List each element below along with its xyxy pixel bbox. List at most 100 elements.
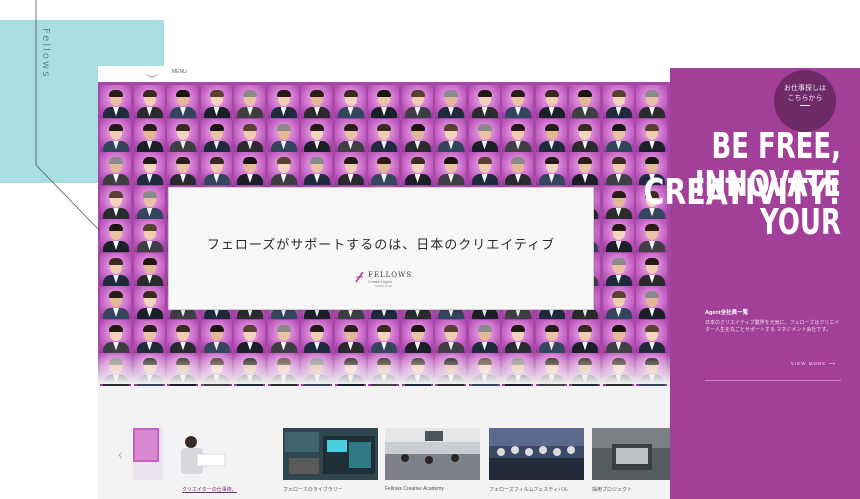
staff-photo (334, 319, 366, 353)
staff-photo (636, 219, 667, 252)
agent-description: 日本のクリエイティブ業界を元気に。フェローズはクリエイター人生を丸ごとサポートす… (705, 320, 840, 333)
staff-photo (234, 152, 265, 185)
hero-tagline: フェローズがサポートするのは、日本のクリエイティブ (206, 238, 556, 253)
site-logo-icon[interactable] (144, 68, 160, 77)
staff-photo (569, 85, 600, 118)
staff-photo (301, 319, 332, 353)
staff-photo (636, 286, 667, 319)
staff-photo (133, 185, 165, 219)
fellows-logo-icon (355, 271, 364, 283)
staff-photo (100, 118, 131, 152)
staff-photo (133, 152, 165, 185)
staff-photo (468, 319, 500, 353)
staff-photo (267, 319, 299, 353)
staff-photo (401, 152, 433, 185)
carousel-caption-5[interactable]: 採用プロジェクト (592, 486, 632, 493)
staff-photo (133, 85, 165, 118)
staff-photo (569, 118, 600, 152)
fellows-logo: FELLOWS Creator's Agent SINCE 2000 (355, 271, 415, 291)
staff-photo (200, 85, 232, 118)
staff-photo (435, 118, 466, 152)
logo-name: FELLOWS (368, 271, 412, 279)
staff-photo (200, 319, 232, 353)
staff-photo (200, 118, 232, 152)
staff-photo (435, 85, 466, 118)
staff-photo (535, 319, 567, 353)
carousel-thumb-2[interactable] (283, 428, 378, 480)
staff-photo (133, 252, 165, 286)
staff-photo (301, 152, 332, 185)
staff-photo (636, 252, 667, 286)
carousel-thumb-3[interactable] (385, 428, 480, 480)
staff-photo (167, 152, 198, 185)
hero-card: フェローズがサポートするのは、日本のクリエイティブ FELLOWS Creato… (168, 187, 594, 310)
agent-title: Agent全社員一覧 (705, 310, 749, 316)
staff-photo (401, 319, 433, 353)
staff-photo (602, 319, 634, 353)
carousel-caption-2[interactable]: フェローズのライブラリー (283, 486, 343, 493)
carousel-prev-button[interactable]: ‹ (118, 446, 123, 462)
staff-photo (401, 85, 433, 118)
staff-photo (502, 85, 533, 118)
job-search-button[interactable]: お仕事探しは こちらから (774, 70, 836, 132)
staff-photo (368, 118, 399, 152)
job-search-line2: こちらから (787, 95, 823, 102)
staff-photo (368, 85, 399, 118)
staff-photo (502, 152, 533, 185)
dash-icon (800, 105, 810, 106)
slogan-line-4: CREATIVITY! (643, 172, 841, 213)
staff-photo (368, 152, 399, 185)
recruit-panel: お仕事探しは こちらから BE FREE, INNOVATE YOUR Agen… (670, 68, 860, 499)
site-header: MENU (98, 66, 670, 82)
staff-photo (100, 319, 131, 353)
staff-photo (234, 118, 265, 152)
staff-photo (267, 152, 299, 185)
logo-since: SINCE 2000 (375, 284, 392, 288)
staff-photo (167, 85, 198, 118)
staff-photo (602, 118, 634, 152)
job-search-line1: お仕事探しは (784, 85, 826, 92)
staff-photo (602, 152, 634, 185)
staff-photo (468, 118, 500, 152)
staff-photo (636, 85, 667, 118)
staff-photo (334, 152, 366, 185)
view-more-link[interactable]: VIEW MORE ⟶ (791, 361, 836, 367)
staff-photo (468, 152, 500, 185)
staff-photo (133, 219, 165, 252)
site-menu-link[interactable]: MENU (172, 69, 187, 75)
staff-photo (502, 319, 533, 353)
staff-photo (535, 118, 567, 152)
staff-photo (100, 185, 131, 219)
staff-photo (535, 152, 567, 185)
staff-photo (636, 118, 667, 152)
staff-photo (334, 118, 366, 152)
carousel-thumb-5[interactable] (592, 428, 670, 480)
staff-photo (100, 152, 131, 185)
chevron-left-icon: ‹ (118, 446, 123, 462)
staff-photo (602, 85, 634, 118)
staff-photo (301, 85, 332, 118)
staff-photo (167, 118, 198, 152)
carousel-caption-1[interactable]: クリエイターの仕事術。 (182, 486, 237, 493)
staff-photo (435, 319, 466, 353)
staff-photo (100, 286, 131, 319)
carousel-caption-4[interactable]: フェローズフィルムフェスティバル (489, 486, 568, 493)
staff-photo (100, 219, 131, 252)
website-preview: MENU フェローズがサポートするのは、日本のクリエイティブ FELLOWS C… (98, 66, 670, 499)
staff-photo (267, 85, 299, 118)
staff-photo (535, 85, 567, 118)
staff-photo (234, 85, 265, 118)
staff-photo (301, 118, 332, 152)
slogan-line-1: BE FREE, (711, 126, 841, 167)
carousel-thumb-4[interactable] (489, 428, 584, 480)
staff-photo (435, 152, 466, 185)
carousel-caption-3[interactable]: Fellows Creative Academy (385, 486, 444, 492)
staff-photo (602, 252, 634, 286)
staff-photo (368, 319, 399, 353)
staff-photo (602, 286, 634, 319)
carousel-thumb-1[interactable] (133, 428, 228, 480)
staff-photo (267, 118, 299, 152)
divider (705, 380, 841, 381)
staff-photo (569, 319, 600, 353)
staff-photo (100, 85, 131, 118)
